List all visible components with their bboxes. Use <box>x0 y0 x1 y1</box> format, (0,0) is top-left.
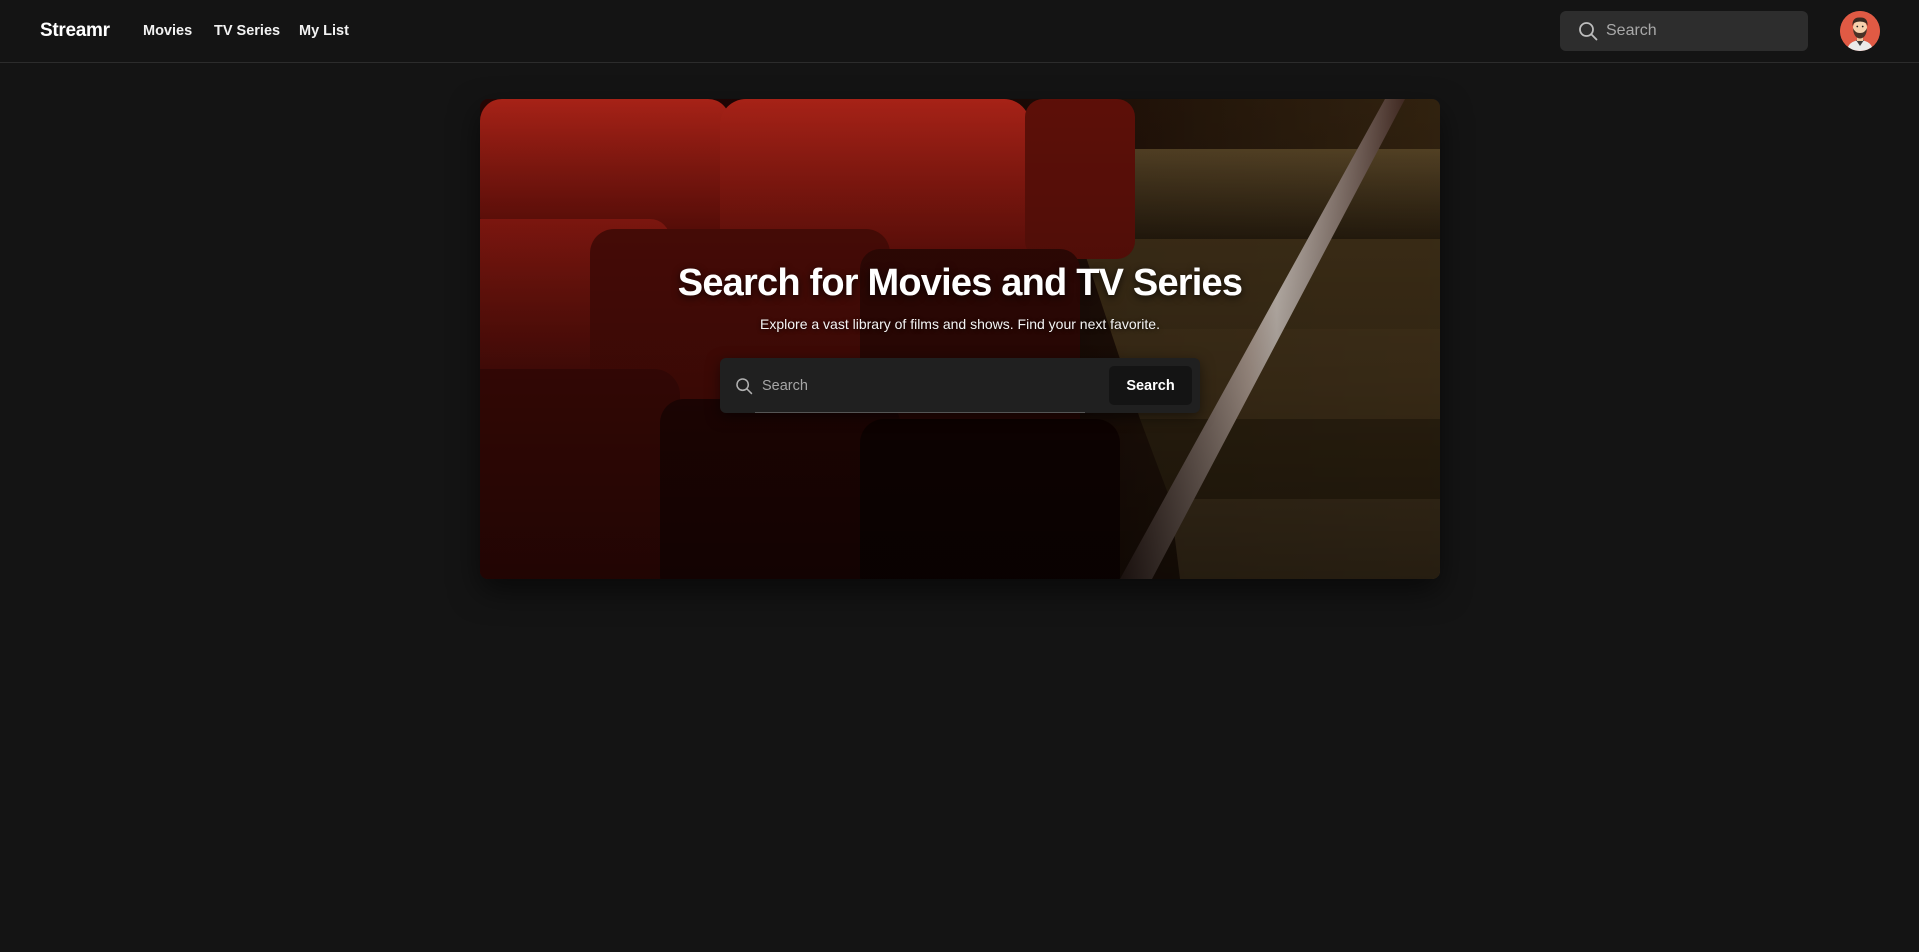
search-input-underline <box>755 412 1085 413</box>
avatar-icon <box>1840 11 1880 51</box>
nav-link-tv-series[interactable]: TV Series <box>214 23 280 39</box>
hero-search-input[interactable] <box>762 358 1082 413</box>
hero-banner: Search for Movies and TV Series Explore … <box>480 99 1440 579</box>
logo[interactable]: Streamr <box>40 20 110 42</box>
search-button[interactable]: Search <box>1109 366 1192 405</box>
theater-seats-background-image <box>480 99 1440 579</box>
hero-search-bar[interactable]: Search <box>720 358 1200 413</box>
nav-link-my-list[interactable]: My List <box>299 23 349 39</box>
search-icon <box>1579 22 1598 41</box>
header-search-input[interactable] <box>1606 11 1801 51</box>
search-icon <box>736 378 753 395</box>
header-search-box[interactable] <box>1560 11 1808 51</box>
nav-link-movies[interactable]: Movies <box>143 23 192 39</box>
top-nav-bar: Streamr Movies TV Series My List <box>0 0 1919 63</box>
user-avatar[interactable] <box>1840 11 1880 51</box>
hero-subtitle: Explore a vast library of films and show… <box>760 316 1160 332</box>
hero-title: Search for Movies and TV Series <box>677 262 1243 304</box>
